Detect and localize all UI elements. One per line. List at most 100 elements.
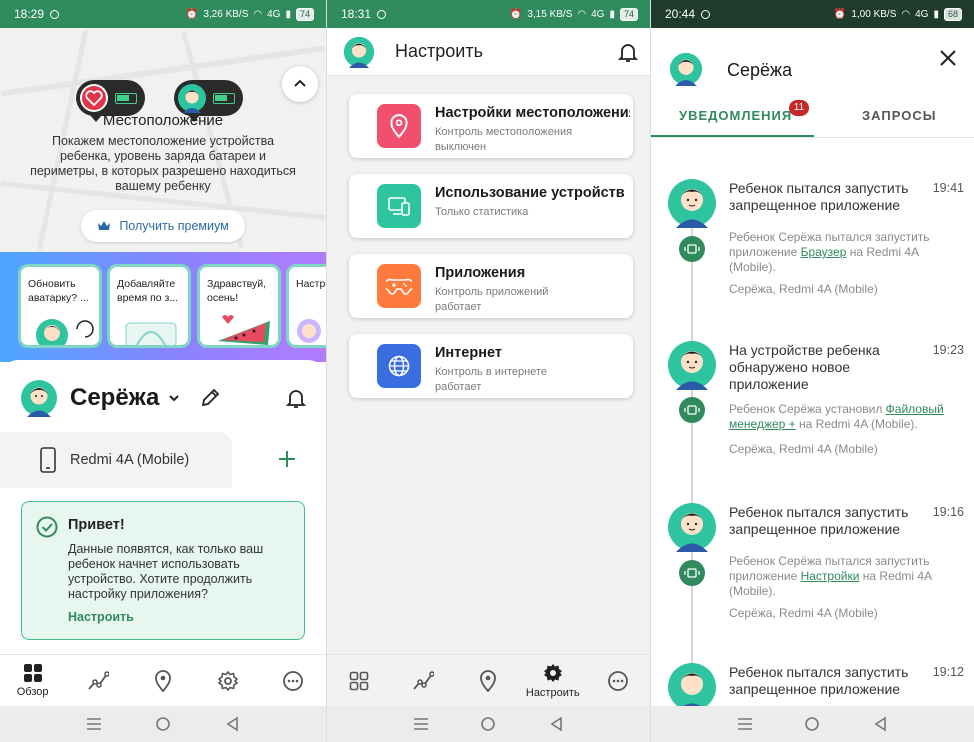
phone-vibrate-icon	[679, 397, 705, 423]
back-button[interactable]	[546, 714, 566, 734]
check-circle-icon	[36, 516, 58, 538]
plus-icon	[279, 451, 295, 467]
devices-icon	[377, 184, 421, 228]
stories-carousel[interactable]: Обновить аватарку? ... Добавляйте время …	[0, 252, 326, 362]
bell-icon[interactable]	[618, 41, 638, 63]
notification-item[interactable]: Ребенок пытался запустить запрещенное пр…	[651, 178, 974, 328]
tab-more[interactable]	[267, 655, 319, 706]
tab-location[interactable]	[462, 655, 514, 706]
child-avatar[interactable]	[20, 379, 58, 417]
schedule-illustration	[125, 322, 177, 345]
setup-link[interactable]: Настроить	[68, 610, 134, 624]
tab-location[interactable]	[137, 655, 189, 706]
girl-illustration	[297, 319, 321, 343]
story-card[interactable]: Добавляйте время по з...	[107, 264, 191, 348]
close-icon[interactable]	[938, 48, 958, 68]
phone-vibrate-icon	[679, 560, 705, 586]
hint-text: Данные появятся, как только ваш ребенок …	[68, 542, 264, 601]
tab-more[interactable]	[592, 655, 644, 706]
system-navigation-bar	[651, 706, 974, 742]
notification-item[interactable]: На устройстве ребенка обнаружено новое п…	[651, 340, 974, 490]
apps-card[interactable]: Приложения Контроль приложений работает	[349, 254, 633, 318]
child-avatar	[668, 663, 716, 706]
recent-apps-button[interactable]	[735, 714, 755, 734]
story-card[interactable]: Обновить аватарку? ...	[18, 264, 102, 348]
smartphone-icon	[40, 447, 56, 473]
story-card[interactable]: Здравствуй, осень!	[197, 264, 281, 348]
notification-body: Ребенок Серёжа пытался запустить приложе…	[729, 554, 932, 598]
avatar-illustration	[36, 319, 94, 345]
net-speed: 3,26 KB/S	[203, 8, 249, 20]
watermelon-illustration	[218, 315, 270, 345]
phone-vibrate-icon	[679, 236, 705, 262]
home-circle-icon	[156, 717, 170, 731]
location-settings-card[interactable]: Настройки местоположения Контроль местоп…	[349, 94, 633, 158]
status-bar: 18:29 ⏰ 3,26 KB/S ◠ 4G ▮ 74	[0, 0, 326, 28]
activity-chart-icon	[413, 670, 435, 690]
signal-icon: ▮	[933, 8, 939, 20]
recent-apps-button[interactable]	[84, 714, 104, 734]
status-bar: 20:44 ⏰ 1,00 KB/S ◠ 4G ▮ 68	[651, 0, 974, 28]
location-pin-icon	[377, 104, 421, 148]
wifi-icon: ◠	[577, 8, 587, 20]
app-link[interactable]: Браузер	[801, 245, 847, 259]
location-pin-icon	[479, 669, 496, 692]
get-premium-button[interactable]: Получить премиум	[81, 210, 245, 242]
card-title: Использование устройств	[435, 185, 625, 201]
child-sheet: Серёжа Redmi 4A (Mobile) Привет! Данные …	[0, 360, 326, 660]
battery-icon	[115, 92, 137, 104]
child-name[interactable]: Серёжа	[70, 384, 159, 412]
tab-settings[interactable]	[202, 655, 254, 706]
signal-label: 4G	[267, 8, 281, 20]
notification-item[interactable]: Ребенок пытался запустить запрещенное пр…	[651, 662, 974, 706]
signal-icon: ▮	[609, 8, 615, 20]
child-avatar	[668, 179, 716, 228]
notification-item[interactable]: Ребенок пытался запустить запрещенное пр…	[651, 502, 974, 652]
add-device-button[interactable]	[278, 446, 296, 472]
tab-requests[interactable]: ЗАПРОСЫ	[862, 108, 936, 123]
notification-time: 19:12	[932, 665, 964, 679]
device-tab[interactable]: Redmi 4A (Mobile)	[0, 432, 232, 488]
tab-notifications[interactable]: УВЕДОМЛЕНИЯ	[679, 108, 792, 123]
device-name: Redmi 4A (Mobile)	[70, 452, 190, 468]
story-card[interactable]: Настр уже ра	[286, 264, 326, 348]
tab-statistics[interactable]	[397, 655, 449, 706]
globe-icon	[377, 344, 421, 388]
notification-time: 19:23	[932, 343, 964, 357]
menu-icon	[413, 718, 428, 730]
home-button[interactable]	[478, 714, 498, 734]
tab-overview[interactable]: Обзор	[7, 655, 59, 706]
battery-indicator: 74	[619, 7, 638, 21]
tab-settings[interactable]: Настроить	[526, 655, 580, 706]
crown-icon	[98, 221, 111, 230]
collapse-map-button[interactable]	[282, 66, 318, 102]
back-button[interactable]	[222, 714, 242, 734]
internet-card[interactable]: Интернет Контроль в интернете работает	[349, 334, 633, 398]
home-button[interactable]	[802, 714, 822, 734]
back-button[interactable]	[870, 714, 890, 734]
app-link[interactable]: Настройки	[801, 569, 860, 583]
recent-apps-button[interactable]	[411, 714, 431, 734]
notification-device: Серёжа, Redmi 4A (Mobile)	[729, 282, 878, 296]
hint-title: Привет!	[68, 517, 125, 533]
chevron-down-icon[interactable]	[167, 391, 181, 405]
home-button[interactable]	[153, 714, 173, 734]
notification-title: На устройстве ребенка обнаружено новое п…	[729, 342, 880, 392]
child-avatar[interactable]	[343, 36, 375, 68]
device-usage-card[interactable]: Использование устройств Только статистик…	[349, 174, 633, 238]
system-navigation-bar	[0, 706, 326, 742]
child-header: Серёжа	[20, 378, 306, 418]
device-marker[interactable]	[76, 80, 145, 122]
notification-title: Ребенок пытался запустить запрещенное пр…	[729, 504, 909, 537]
status-bar: 18:31 ⏰ 3,15 KB/S ◠ 4G ▮ 74	[327, 0, 650, 28]
child-marker[interactable]	[174, 80, 243, 122]
tab-overview[interactable]	[333, 655, 385, 706]
bell-icon[interactable]	[286, 387, 306, 409]
net-speed: 3,15 KB/S	[527, 8, 573, 20]
tab-settings-label: Настроить	[525, 687, 580, 699]
child-avatar	[669, 52, 703, 86]
notification-time: 19:41	[932, 181, 964, 195]
map-area[interactable]: Местоположение Покажем местоположение ус…	[0, 28, 326, 252]
tab-statistics[interactable]	[72, 655, 124, 706]
edit-pencil-icon[interactable]	[199, 387, 221, 409]
